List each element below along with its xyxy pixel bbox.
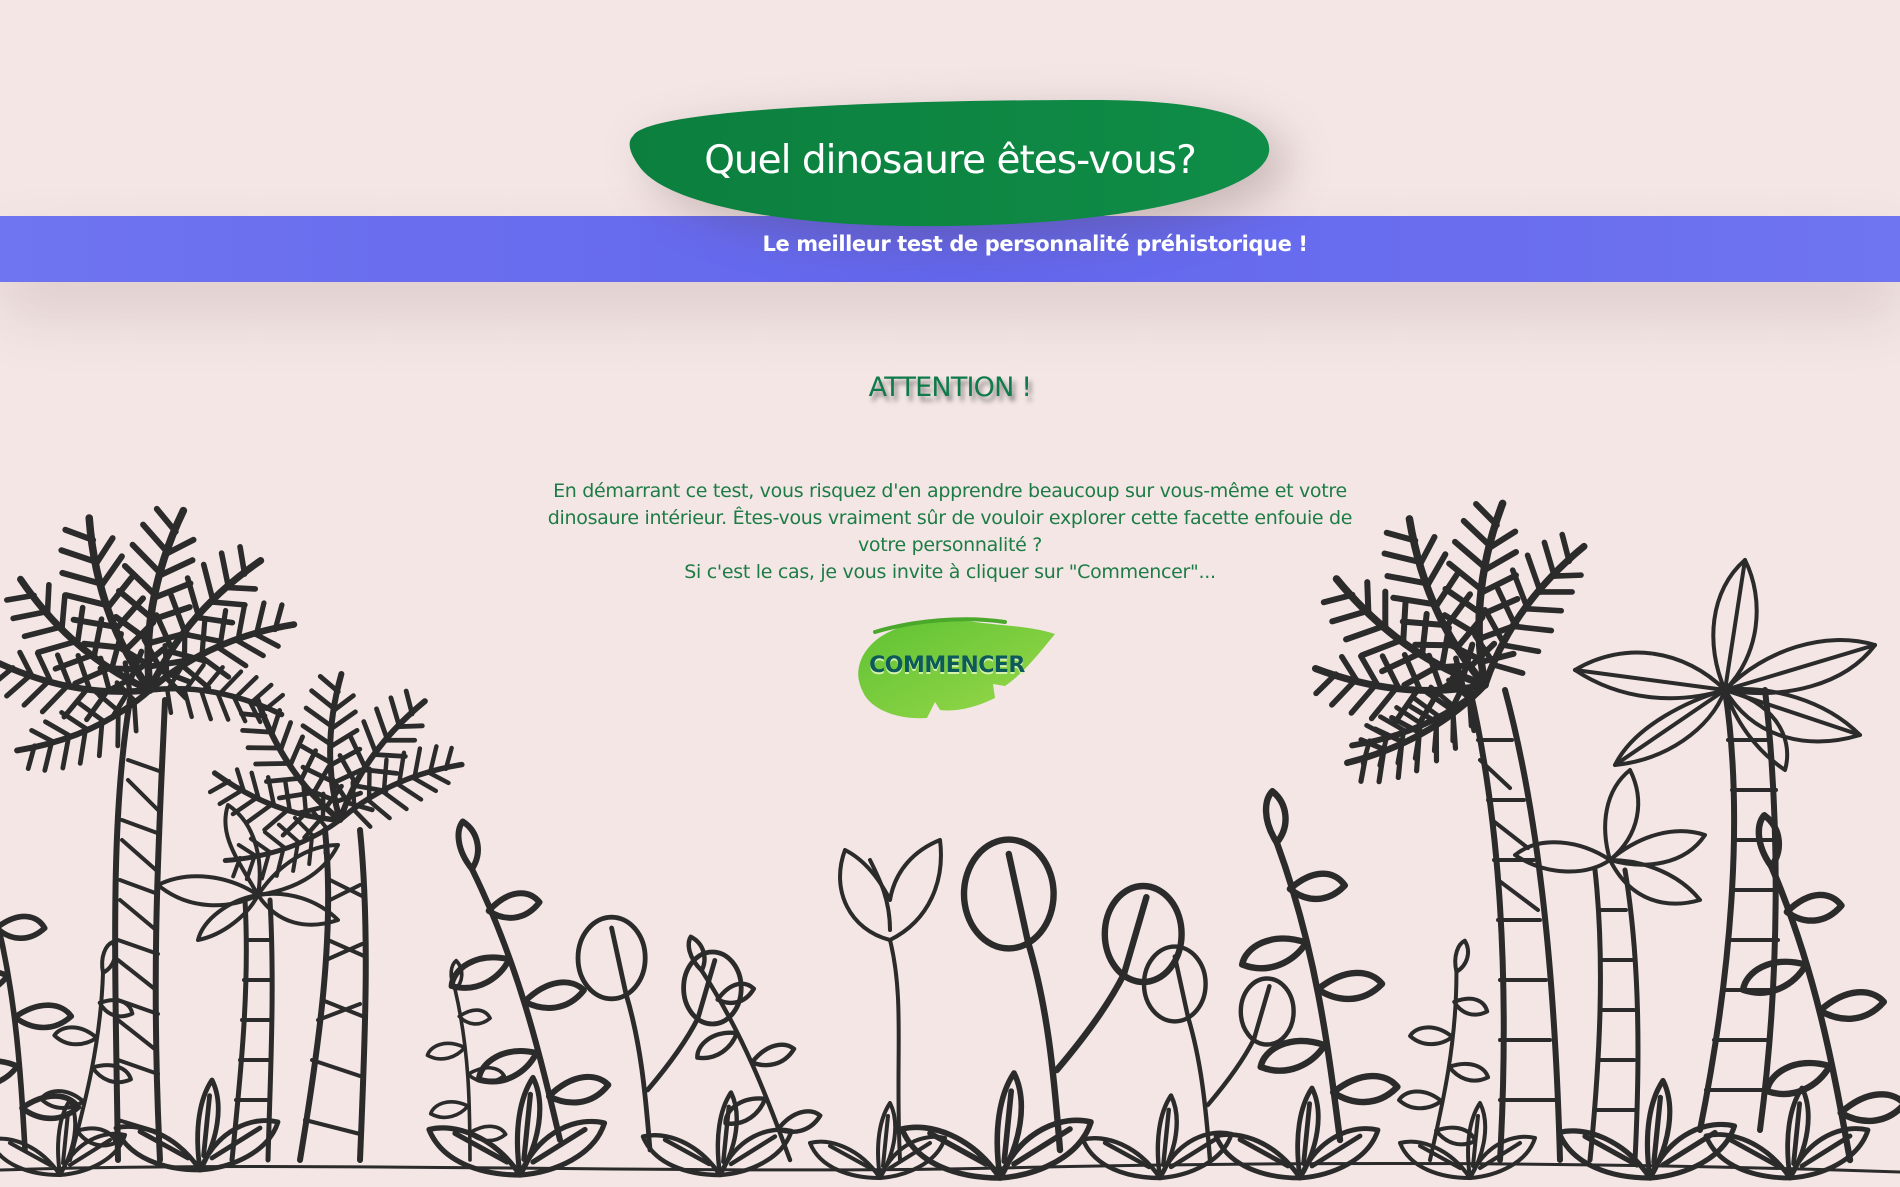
middle-plants: [401, 777, 1509, 1178]
page-title: Quel dinosaure êtes-vous?: [704, 138, 1197, 183]
page: Le meilleur test de personnalité préhist…: [0, 0, 1900, 1187]
intro-paragraph-1: En démarrant ce test, vous risquez d'en …: [547, 480, 1353, 556]
intro-paragraph-2: Si c'est le cas, je vous invite à clique…: [684, 561, 1216, 583]
page-subtitle: Le meilleur test de personnalité préhist…: [762, 232, 1308, 256]
start-button[interactable]: COMMENCER: [855, 612, 1060, 722]
start-button-label: COMMENCER: [869, 653, 1025, 678]
right-palms: [1307, 494, 1900, 1178]
attention-heading: ATTENTION !: [868, 372, 1032, 403]
intro-text: En démarrant ce test, vous risquez d'en …: [525, 478, 1375, 586]
left-palms: [0, 498, 471, 1177]
